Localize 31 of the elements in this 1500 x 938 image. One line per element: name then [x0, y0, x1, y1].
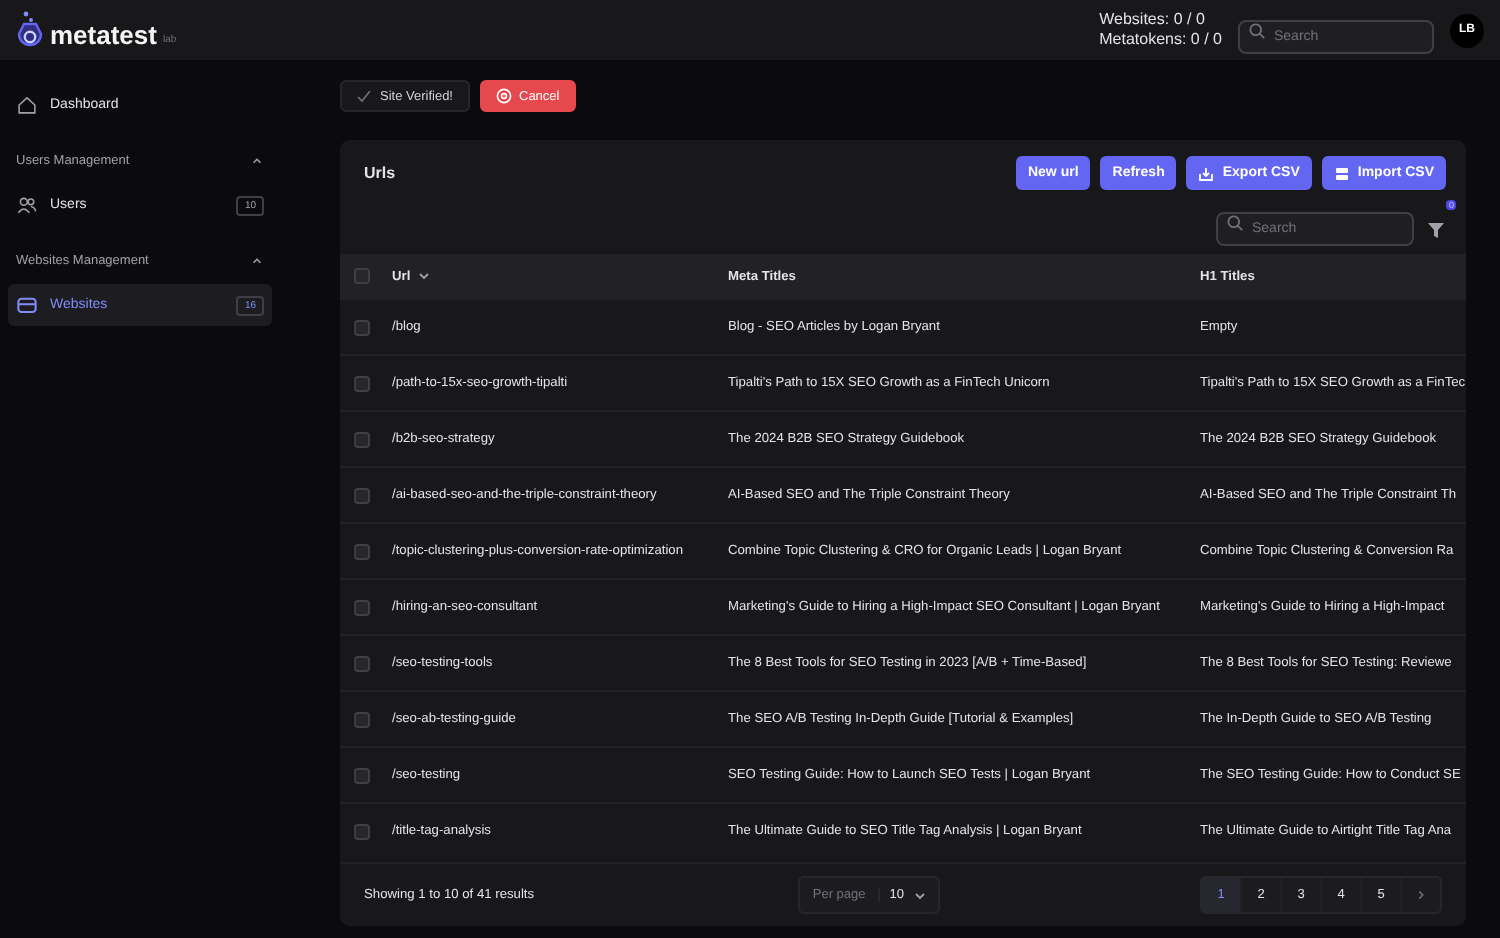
- chevron-up-icon: [250, 254, 264, 268]
- check-icon: [356, 88, 372, 104]
- home-icon: [16, 94, 38, 116]
- chevron-down-icon: [416, 268, 433, 284]
- row-checkbox[interactable]: [354, 487, 370, 503]
- search-icon: [1248, 21, 1266, 39]
- users-icon: [16, 194, 38, 216]
- row-checkbox[interactable]: [354, 711, 370, 727]
- usage-stat: Metatokens: 0 / 0: [1099, 30, 1222, 50]
- cancel-circle-icon: [495, 88, 511, 104]
- logo-icon: [16, 10, 44, 50]
- card-title: Urls: [364, 164, 398, 182]
- row-checkbox[interactable]: [354, 599, 370, 615]
- server-icon: [1333, 165, 1350, 181]
- row-checkbox[interactable]: [354, 543, 370, 559]
- row-checkbox[interactable]: [354, 655, 370, 671]
- filter-icon[interactable]: [1426, 219, 1446, 239]
- chevron-up-icon: [250, 154, 264, 168]
- search-icon: [1226, 214, 1244, 232]
- logo-text: metatest: [50, 20, 157, 50]
- row-checkbox[interactable]: [354, 319, 370, 335]
- chevron-down-icon: [912, 887, 928, 903]
- row-checkbox[interactable]: [354, 375, 370, 391]
- browser-window-icon: [16, 294, 38, 316]
- select-all-checkbox[interactable]: [354, 268, 370, 284]
- chevron-right-icon: [1414, 888, 1428, 902]
- download-tray-icon: [1198, 165, 1215, 181]
- row-checkbox[interactable]: [354, 431, 370, 447]
- row-checkbox[interactable]: [354, 767, 370, 783]
- usage-stat: Websites: 0 / 0: [1099, 10, 1207, 30]
- row-checkbox[interactable]: [354, 823, 370, 839]
